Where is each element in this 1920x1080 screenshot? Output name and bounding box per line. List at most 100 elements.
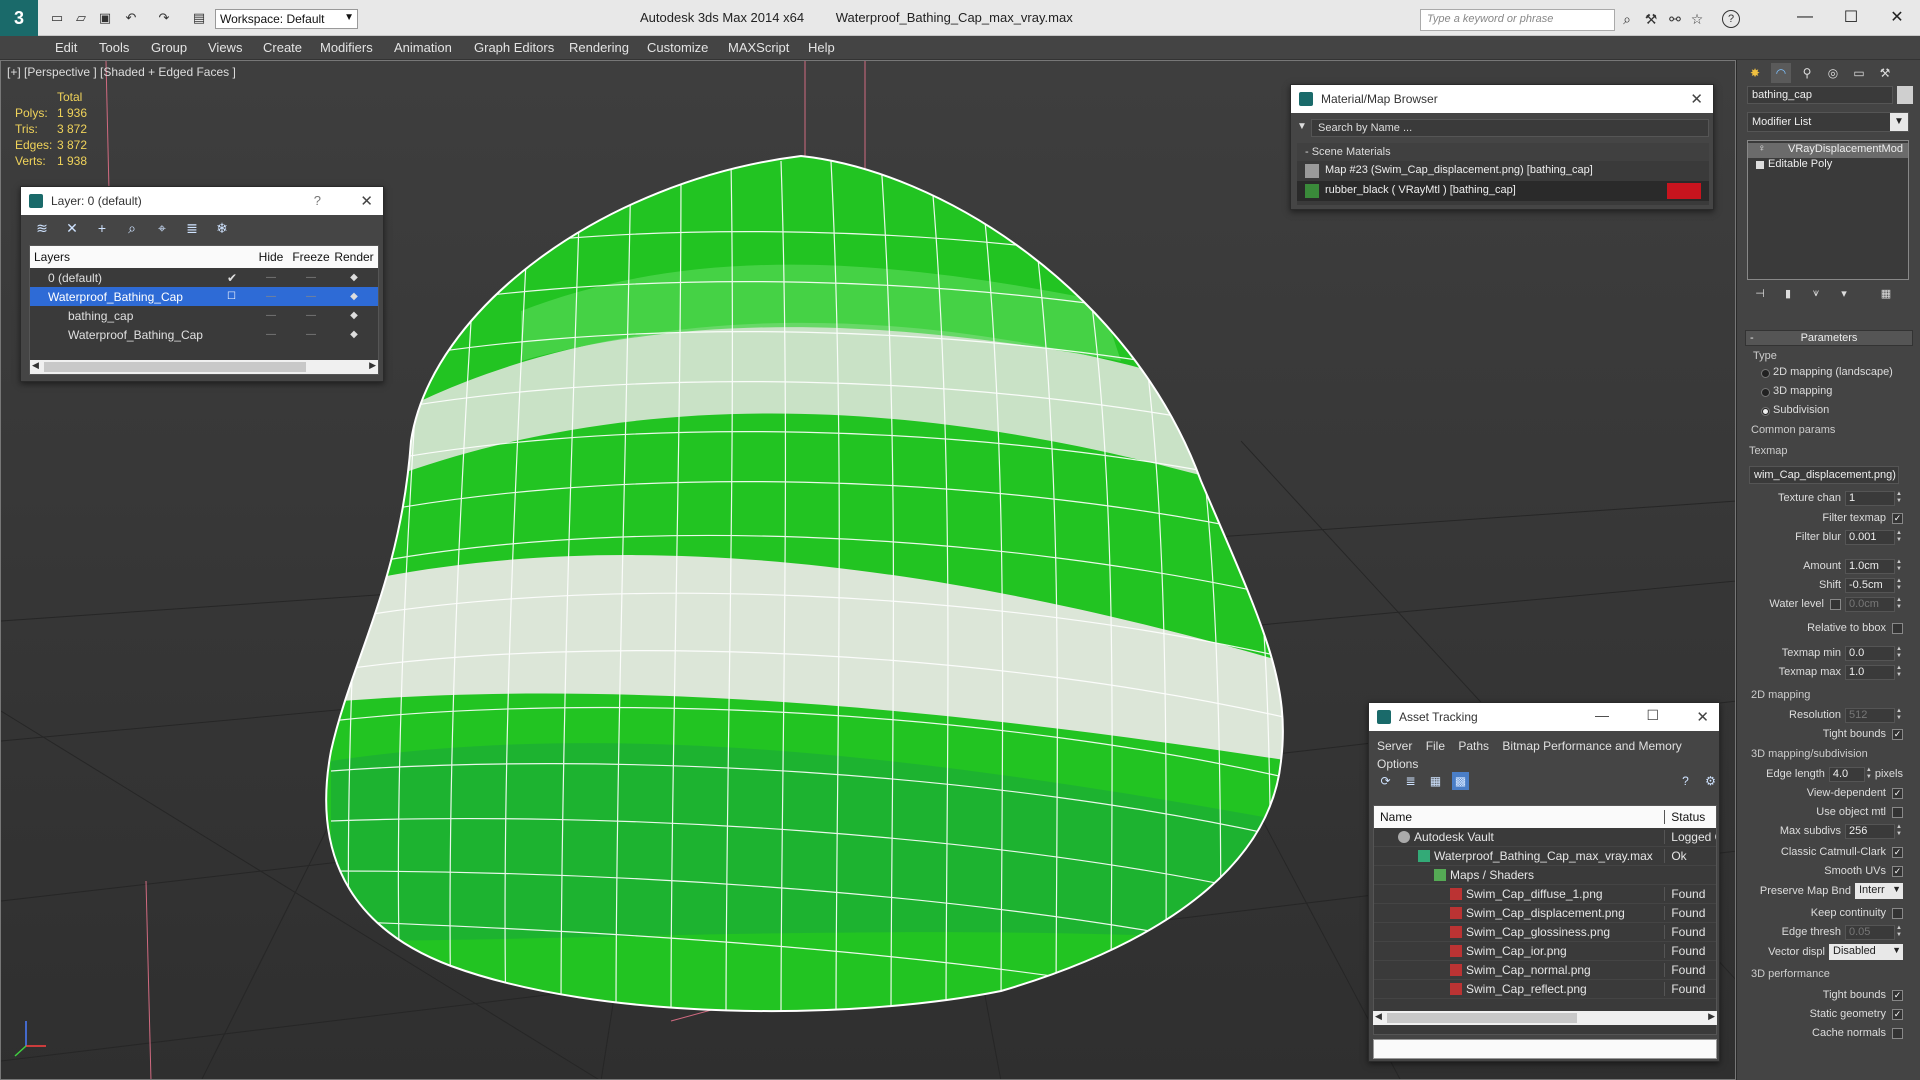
create-tab-icon[interactable]: ✸ <box>1745 63 1765 83</box>
menu-group[interactable]: Group <box>151 40 187 55</box>
tight-bounds-checkbox[interactable]: ✓ <box>1892 728 1903 740</box>
col-layers[interactable]: Layers <box>30 250 227 264</box>
water-level-checkbox[interactable] <box>1830 598 1841 610</box>
layer-row[interactable]: bathing_cap — — ◆ <box>30 306 378 325</box>
menu-maxscript[interactable]: MAXScript <box>728 40 789 55</box>
layer-stack-icon[interactable]: ≋ <box>33 219 51 237</box>
asset-menu-options[interactable]: Options <box>1377 757 1418 771</box>
parameters-rollout-header[interactable]: - Parameters <box>1745 330 1913 346</box>
close-icon[interactable]: ✕ <box>1874 4 1920 30</box>
freeze-toggle[interactable]: — <box>291 291 331 302</box>
spinner-arrows-icon[interactable]: ▲ ▼ <box>1895 491 1903 506</box>
binoculars-icon[interactable]: ⌕ <box>1618 10 1636 28</box>
material-item[interactable]: rubber_black ( VRayMtl ) [bathing_cap] <box>1297 181 1709 201</box>
filter-texmap-checkbox[interactable]: ✓ <box>1892 512 1903 524</box>
help-icon[interactable]: ? <box>1677 772 1694 790</box>
layer-row[interactable]: 0 (default) ✔ — — ◆ <box>30 268 378 287</box>
pin-stack-icon[interactable]: ⊣ <box>1751 284 1769 302</box>
spinner-arrows-icon[interactable]: ▲ ▼ <box>1865 767 1873 782</box>
spinner-arrows-icon[interactable]: ▲ ▼ <box>1895 578 1903 593</box>
subscription-icon[interactable]: ⚒ <box>1642 10 1660 28</box>
hide-toggle[interactable]: — <box>251 329 291 340</box>
viewport-label[interactable]: [+] [Perspective ] [Shaded + Edged Faces… <box>7 65 236 79</box>
col-freeze[interactable]: Freeze <box>291 250 331 264</box>
asset-row[interactable]: Swim_Cap_glossiness.png Found <box>1374 923 1716 942</box>
scroll-left-icon[interactable]: ◀ <box>32 360 39 371</box>
menu-create[interactable]: Create <box>263 40 302 55</box>
render-teapot-icon[interactable]: ◆ <box>331 291 377 302</box>
render-teapot-icon[interactable]: ◆ <box>331 310 377 321</box>
water-level-spinner[interactable]: 0.0cm <box>1845 596 1895 612</box>
utilities-tab-icon[interactable]: ⚒ <box>1875 63 1895 83</box>
redo-icon[interactable]: ↷ <box>155 10 173 26</box>
menu-customize[interactable]: Customize <box>647 40 708 55</box>
spinner-arrows-icon[interactable]: ▲ ▼ <box>1895 824 1903 839</box>
hierarchy-tab-icon[interactable]: ⚲ <box>1797 63 1817 83</box>
scroll-left-icon[interactable]: ◀ <box>1375 1011 1382 1022</box>
asset-row[interactable]: Swim_Cap_diffuse_1.png Found <box>1374 885 1716 904</box>
minimize-icon[interactable]: — <box>1782 4 1828 30</box>
asset-row[interactable]: Swim_Cap_ior.png Found <box>1374 942 1716 961</box>
list-view-icon[interactable]: ≣ <box>1402 772 1419 790</box>
help-icon[interactable]: ? <box>1722 10 1740 28</box>
vector-displ-dropdown[interactable]: Disabled ▼ <box>1829 944 1903 960</box>
workspace-dropdown[interactable]: Workspace: Default ▼ <box>215 9 358 29</box>
freeze-toggle[interactable]: — <box>291 272 331 283</box>
asset-row[interactable]: Swim_Cap_normal.png Found <box>1374 961 1716 980</box>
layer-row[interactable]: Waterproof_Bathing_Cap — — ◆ <box>30 325 378 344</box>
asset-row[interactable]: Autodesk Vault Logged C <box>1374 828 1716 847</box>
max-subdivs-spinner[interactable]: 256 <box>1845 823 1895 839</box>
layer-row[interactable]: Waterproof_Bathing_Cap ☐ — — ◆ <box>30 287 378 306</box>
shift-spinner[interactable]: -0.5cm <box>1845 577 1895 593</box>
open-file-icon[interactable]: ▱ <box>72 10 90 26</box>
stack-item-vraydisplacement[interactable]: ♀ VRayDisplacementMod <box>1748 143 1908 158</box>
menu-animation[interactable]: Animation <box>394 40 452 55</box>
favorites-star-icon[interactable]: ☆ <box>1688 10 1706 28</box>
scrollbar-thumb[interactable] <box>44 362 306 372</box>
table-view-icon[interactable]: ▩ <box>1452 772 1469 790</box>
col-name[interactable]: Name <box>1374 810 1664 824</box>
undo-icon[interactable]: ↶ <box>122 10 140 26</box>
asset-tracking-titlebar[interactable]: Asset Tracking — ☐ ✕ <box>1369 703 1719 731</box>
make-unique-icon[interactable]: ⩛ <box>1807 284 1825 302</box>
refresh-icon[interactable]: ⟳ <box>1377 772 1394 790</box>
material-search-input[interactable]: Search by Name ... <box>1311 119 1709 137</box>
search-input[interactable]: Type a keyword or phrase <box>1420 9 1615 31</box>
object-name-field[interactable]: bathing_cap <box>1747 86 1893 104</box>
col-status[interactable]: Status <box>1664 810 1716 824</box>
asset-menu-server[interactable]: Server <box>1377 739 1412 753</box>
spinner-arrows-icon[interactable]: ▲ ▼ <box>1895 708 1903 723</box>
close-icon[interactable]: ✕ <box>360 192 373 210</box>
set-current-box-icon[interactable]: ☐ <box>227 291 251 302</box>
app-logo-icon[interactable]: 3 <box>0 0 38 36</box>
asset-horizontal-scrollbar[interactable]: ◀ ▶ <box>1373 1011 1717 1025</box>
spinner-arrows-icon[interactable]: ▲ ▼ <box>1895 597 1903 612</box>
asset-menu-file[interactable]: File <box>1426 739 1445 753</box>
minimize-icon[interactable]: — <box>1595 707 1609 723</box>
view-dependent-checkbox[interactable]: ✓ <box>1892 787 1903 799</box>
use-object-mtl-checkbox[interactable] <box>1892 806 1903 818</box>
tree-view-icon[interactable]: ▦ <box>1427 772 1444 790</box>
stack-item-editable-poly[interactable]: Editable Poly <box>1748 158 1908 173</box>
render-teapot-icon[interactable]: ◆ <box>331 329 377 340</box>
close-icon[interactable]: ✕ <box>1690 90 1703 108</box>
browser-options-icon[interactable]: ▼ <box>1297 121 1307 132</box>
relative-bbox-checkbox[interactable] <box>1892 622 1903 634</box>
asset-menu-bitmap-performance[interactable]: Bitmap Performance and Memory <box>1502 739 1681 753</box>
hide-toggle[interactable]: — <box>251 272 291 283</box>
texmap-max-spinner[interactable]: 1.0 <box>1845 664 1895 680</box>
options-icon[interactable]: ⚙ <box>1702 772 1719 790</box>
hide-toggle[interactable]: — <box>251 310 291 321</box>
material-item[interactable]: Map #23 (Swim_Cap_displacement.png) [bat… <box>1297 161 1709 181</box>
asset-row[interactable]: Waterproof_Bathing_Cap_max_vray.max Ok <box>1374 847 1716 866</box>
project-folder-icon[interactable]: ▤ <box>190 10 208 26</box>
remove-modifier-icon[interactable]: ▾ <box>1835 284 1853 302</box>
object-color-swatch[interactable] <box>1897 86 1913 104</box>
preserve-map-dropdown[interactable]: Interr ▼ <box>1855 883 1903 899</box>
menu-modifiers[interactable]: Modifiers <box>320 40 373 55</box>
spinner-arrows-icon[interactable]: ▲ ▼ <box>1895 646 1903 661</box>
communication-icon[interactable]: ⚯ <box>1666 10 1684 28</box>
scene-materials-header[interactable]: - Scene Materials <box>1297 143 1709 161</box>
add-layer-icon[interactable]: + <box>93 219 111 237</box>
edge-thresh-spinner[interactable]: 0.05 <box>1845 924 1895 940</box>
